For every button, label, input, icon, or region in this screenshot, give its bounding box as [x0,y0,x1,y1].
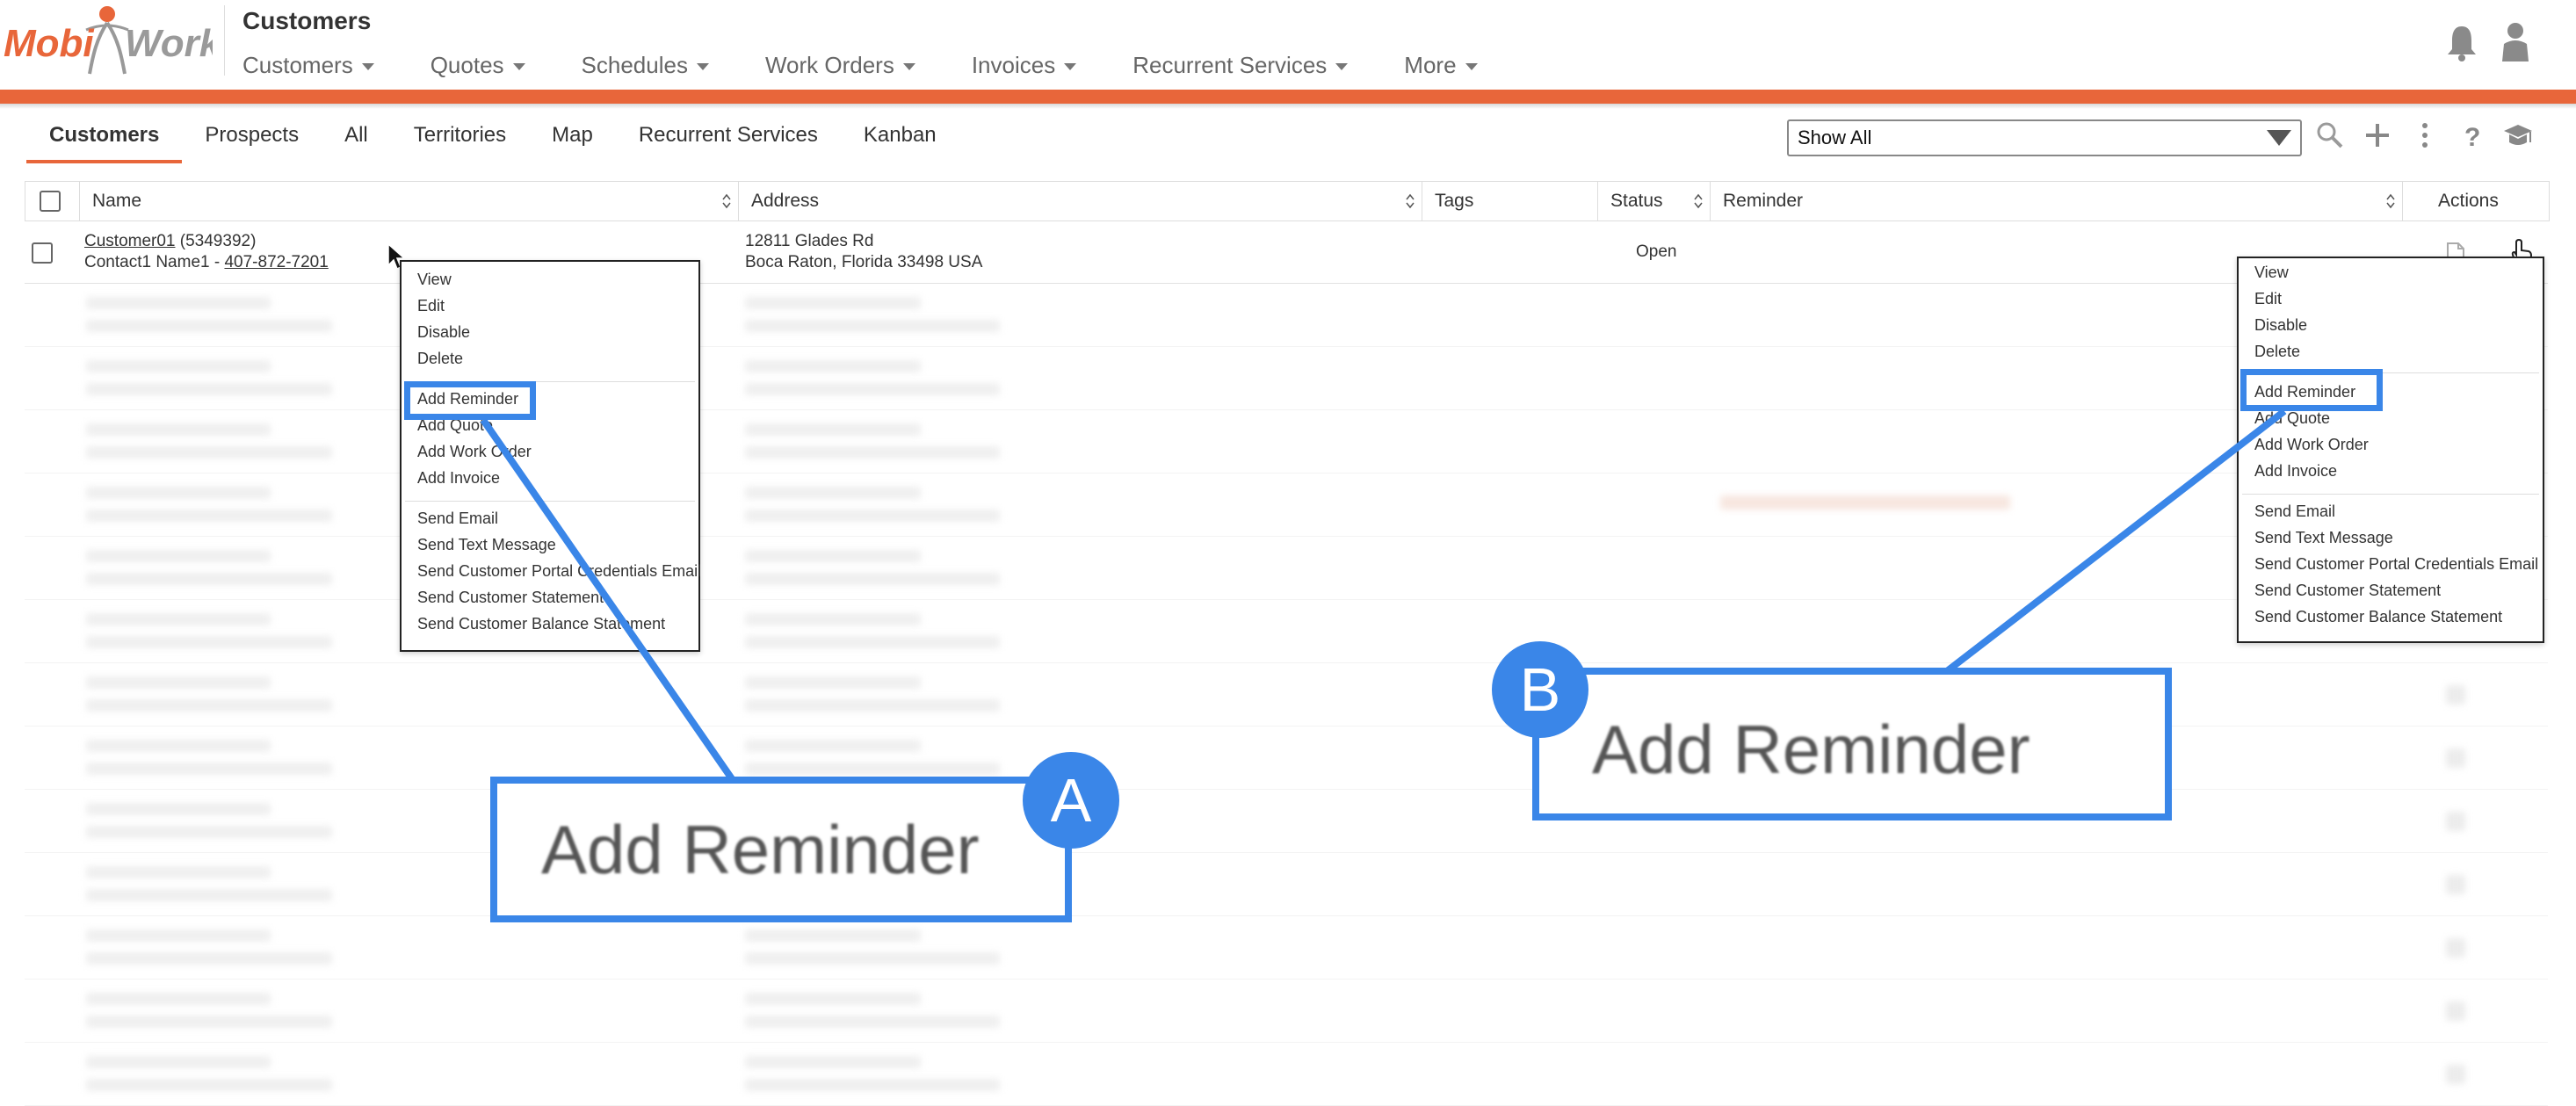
connector-line-b [1944,408,2287,675]
callout-text-a: Add Reminder [541,811,980,888]
callout-connectors [480,408,2287,783]
callout-text-b: Add Reminder [1592,711,2030,788]
callout-badge-a: A [1023,752,1119,849]
callout-box-b: Add Reminder [1532,668,2172,820]
callout-badge-b: B [1492,641,1588,738]
callout-box-a: Add Reminder [490,777,1072,922]
connector-line-a [480,417,736,783]
